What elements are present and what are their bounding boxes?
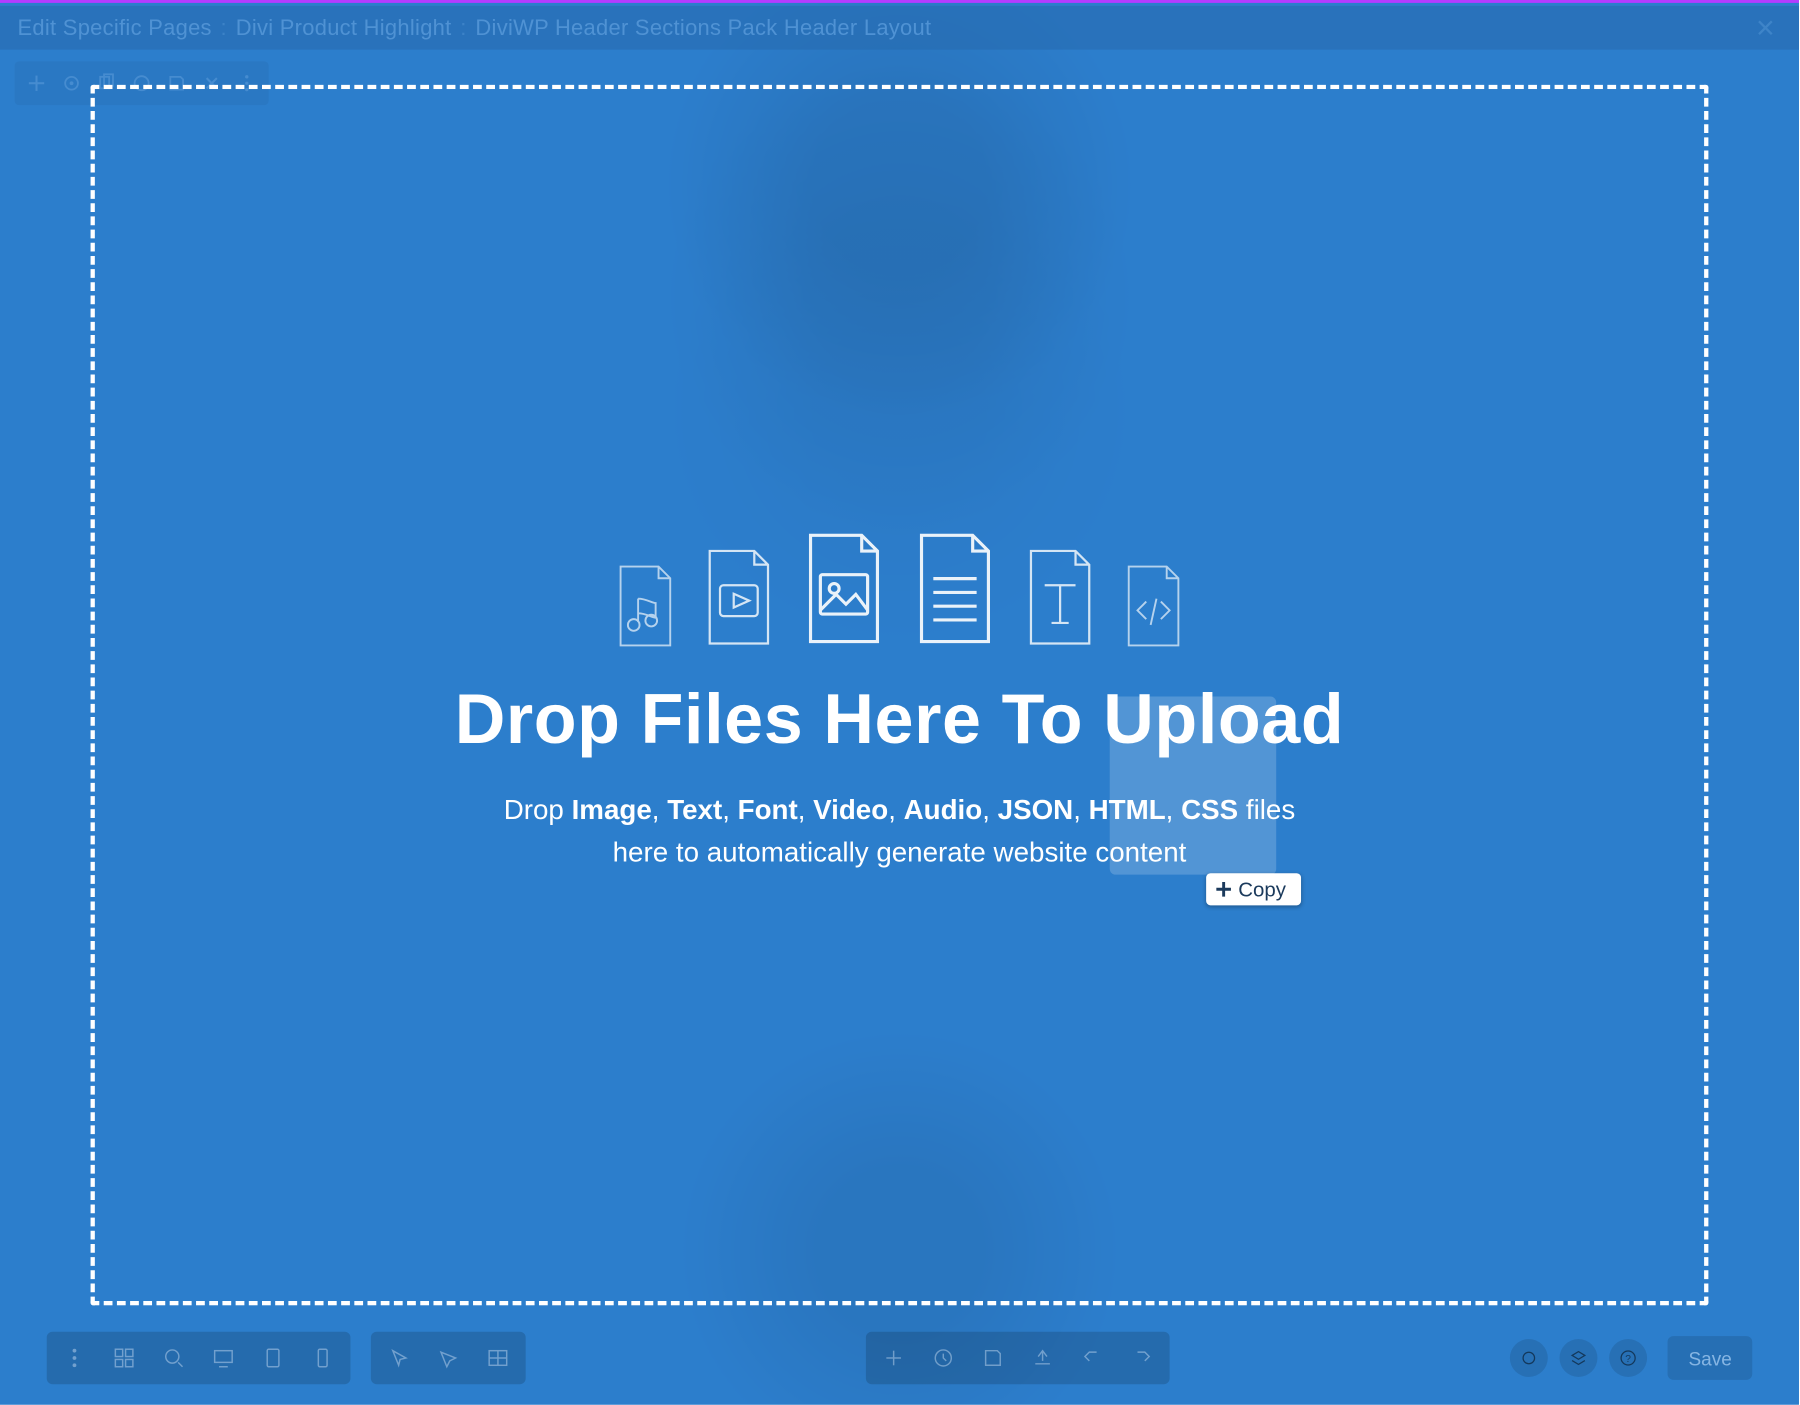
svg-text:?: ? [1626,1354,1632,1365]
menu-icon[interactable] [53,1338,97,1379]
history-icon[interactable] [922,1338,966,1379]
drag-copy-badge: Copy [1206,873,1300,905]
layout-cluster [47,1332,351,1385]
file-type-icons [612,529,1187,649]
builder-surface: Edit Specific Pages : Divi Product Highl… [0,0,1799,1405]
audio-file-icon [612,564,679,649]
interaction-cluster [371,1332,526,1385]
undo-icon[interactable] [1071,1338,1115,1379]
plus-icon [1215,881,1233,899]
zoom-icon[interactable] [152,1338,196,1379]
page-settings-icon[interactable] [1510,1339,1548,1377]
font-file-icon [1021,546,1100,648]
portability-icon[interactable] [1021,1338,1065,1379]
redo-icon[interactable] [1120,1338,1164,1379]
page-help-buttons: ? [1510,1339,1647,1377]
drop-zone-subtitle: Drop Image, Text, Font, Video, Audio, JS… [491,790,1309,876]
phone-view-icon[interactable] [301,1338,345,1379]
layers-icon[interactable] [1560,1339,1598,1377]
help-icon[interactable]: ? [1610,1339,1648,1377]
drop-zone-title: Drop Files Here To Upload [455,680,1345,760]
document-file-icon [910,529,1001,649]
history-cluster [866,1332,1170,1385]
code-file-icon [1120,564,1187,649]
hover-mode-icon[interactable] [426,1338,470,1379]
desktop-view-icon[interactable] [202,1338,246,1379]
image-file-icon [799,529,890,649]
builder-bottom-toolbar: ? Save [0,1329,1799,1387]
save-draft-icon[interactable] [971,1338,1015,1379]
click-mode-icon[interactable] [377,1338,421,1379]
video-file-icon [699,546,778,648]
grid-mode-icon[interactable] [476,1338,520,1379]
tablet-view-icon[interactable] [251,1338,295,1379]
drop-zone-content: Drop Files Here To Upload Drop Image, Te… [0,529,1799,876]
add-element-icon[interactable] [872,1338,916,1379]
wireframe-view-icon[interactable] [102,1338,146,1379]
save-button[interactable]: Save [1668,1336,1752,1380]
file-drop-overlay[interactable]: Drop Files Here To Upload Drop Image, Te… [0,3,1799,1405]
